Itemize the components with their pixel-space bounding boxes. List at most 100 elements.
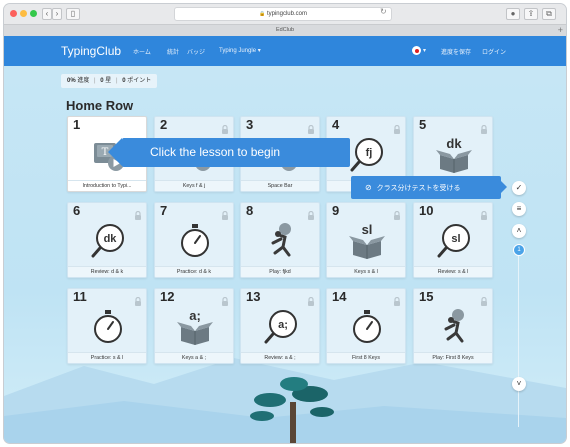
check-icon[interactable]: ✓ xyxy=(512,181,526,195)
browser-titlebar: ‹ › ▯ 🔒 typingclub.com ↻ ● ⇪ ⧉ xyxy=(4,4,566,24)
progress-label: 進度 xyxy=(77,78,90,84)
nav-typing-jungle-link[interactable]: Typing Jungle ▾ xyxy=(219,47,261,54)
scroll-down-icon[interactable]: ˅ xyxy=(512,377,526,391)
stars-label: 星 xyxy=(105,78,112,84)
lesson-number: 13 xyxy=(246,289,261,304)
stopwatch-icon xyxy=(175,221,215,261)
lesson-number: 10 xyxy=(419,203,434,218)
svg-text:a;: a; xyxy=(278,319,288,331)
lesson-number: 14 xyxy=(332,289,347,304)
new-tab-button[interactable]: + xyxy=(558,25,563,36)
address-bar-url: typingclub.com xyxy=(266,11,307,17)
lesson-label: Play: First 8 Keys xyxy=(414,352,492,363)
lesson-card[interactable]: 10 sl Review: s & l xyxy=(413,202,493,278)
language-flag-icon[interactable] xyxy=(412,46,421,55)
lock-icon xyxy=(480,293,488,306)
runner-icon xyxy=(261,221,301,261)
lesson-number: 4 xyxy=(332,117,340,132)
section-title: Home Row xyxy=(66,98,134,113)
check-circle-icon: ⊘ xyxy=(365,183,372,192)
zoom-window-button[interactable] xyxy=(30,10,37,17)
main-content: 0% 進度 | 0 星 | 0 ポイント Home Row 1 T Introd… xyxy=(4,66,566,443)
lesson-label: Review: a & ; xyxy=(241,352,319,363)
lesson-label: Space Bar xyxy=(241,180,319,191)
lesson-card[interactable]: 12 a; Keys a & ; xyxy=(154,288,234,364)
magnifier-icon: dk xyxy=(88,221,128,261)
brand-logo[interactable]: TypingClub xyxy=(61,44,121,58)
tab-edclub[interactable]: EdClub xyxy=(276,27,294,33)
lesson-number: 15 xyxy=(419,289,434,304)
lock-icon xyxy=(393,293,401,306)
menu-icon[interactable]: ≡ xyxy=(512,202,526,216)
nav-badges-link[interactable]: バッジ xyxy=(187,47,205,56)
forward-button[interactable]: › xyxy=(52,8,62,20)
progress-stats-bar: 0% 進度 | 0 星 | 0 ポイント xyxy=(61,74,158,88)
stopwatch-icon xyxy=(347,307,387,347)
lesson-card[interactable]: 9 sl Keys s & l xyxy=(326,202,406,278)
svg-text:sl: sl xyxy=(362,222,373,237)
language-dropdown-caret[interactable]: ▾ xyxy=(423,47,426,54)
scroll-up-icon[interactable]: ˄ xyxy=(512,224,526,238)
lesson-label: Keys s & l xyxy=(327,266,405,277)
svg-text:dk: dk xyxy=(104,233,118,245)
stars-value: 0 xyxy=(100,78,104,84)
stats-divider: | xyxy=(94,78,96,84)
lesson-card[interactable]: 7 Practice: d & k xyxy=(154,202,234,278)
sidebar-toggle-button[interactable]: ▯ xyxy=(66,8,80,20)
lesson-card[interactable]: 8 Play: fjkd xyxy=(240,202,320,278)
lesson-number: 7 xyxy=(160,203,168,218)
lesson-card[interactable]: 6 dk Review: d & k xyxy=(67,202,147,278)
nav-home-link[interactable]: ホーム xyxy=(133,47,151,56)
magnifier-icon: sl xyxy=(434,221,474,261)
callout-arrow xyxy=(108,138,122,166)
lesson-number: 3 xyxy=(246,117,254,132)
lesson-card[interactable]: 15 Play: First 8 Keys xyxy=(413,288,493,364)
lock-icon xyxy=(480,121,488,134)
lesson-label: Introduction to Typi... xyxy=(68,180,146,191)
points-value: 0 xyxy=(122,78,126,84)
lesson-number: 2 xyxy=(160,117,168,132)
browser-window: ‹ › ▯ 🔒 typingclub.com ↻ ● ⇪ ⧉ EdClub + … xyxy=(4,4,566,443)
lesson-label: First 8 Keys xyxy=(327,352,405,363)
lock-icon xyxy=(307,293,315,306)
callout-text: Click the lesson to begin xyxy=(150,145,281,159)
login-link[interactable]: ログイン xyxy=(482,47,506,56)
lesson-number: 11 xyxy=(73,289,87,304)
magnifier-icon: a; xyxy=(261,307,301,347)
svg-text:sl: sl xyxy=(451,233,460,245)
lock-icon xyxy=(221,207,229,220)
lock-icon xyxy=(393,207,401,220)
lock-icon xyxy=(393,121,401,134)
nav-stats-link[interactable]: 統計 xyxy=(167,47,179,56)
lesson-card[interactable]: 13 a; Review: a & ; xyxy=(240,288,320,364)
lock-icon xyxy=(221,293,229,306)
lock-icon xyxy=(134,207,142,220)
lesson-label: Practice: d & k xyxy=(155,266,233,277)
placement-arrow xyxy=(501,181,507,193)
lock-icon xyxy=(134,293,142,306)
reload-icon[interactable]: ↻ xyxy=(380,7,387,16)
placement-test-button[interactable]: ⊘ クラス分けテストを受ける xyxy=(351,176,501,199)
close-window-button[interactable] xyxy=(10,10,17,17)
extension-button[interactable]: ● xyxy=(506,8,520,20)
tab-bar: EdClub + xyxy=(4,24,566,36)
back-button[interactable]: ‹ xyxy=(42,8,52,20)
address-bar[interactable]: 🔒 typingclub.com xyxy=(174,7,392,21)
lock-icon: 🔒 xyxy=(259,11,266,17)
points-label: ポイント xyxy=(127,78,152,84)
tabs-overview-button[interactable]: ⧉ xyxy=(542,8,556,20)
page-indicator[interactable]: 1 xyxy=(513,244,525,256)
lock-icon xyxy=(221,121,229,134)
lesson-number: 8 xyxy=(246,203,254,218)
lesson-label: Practice: s & l xyxy=(68,352,146,363)
svg-text:dk: dk xyxy=(446,136,462,151)
lesson-hint-callout: Click the lesson to begin xyxy=(122,138,350,167)
save-progress-link[interactable]: 進度を保存 xyxy=(441,47,471,56)
lesson-card[interactable]: 14 First 8 Keys xyxy=(326,288,406,364)
scroll-track xyxy=(518,251,519,427)
svg-text:fj: fj xyxy=(366,147,373,159)
share-button[interactable]: ⇪ xyxy=(524,8,538,20)
app-navbar: TypingClub ホーム 統計 バッジ Typing Jungle ▾ ▾ … xyxy=(4,36,566,66)
lesson-card[interactable]: 11 Practice: s & l xyxy=(67,288,147,364)
minimize-window-button[interactable] xyxy=(20,10,27,17)
